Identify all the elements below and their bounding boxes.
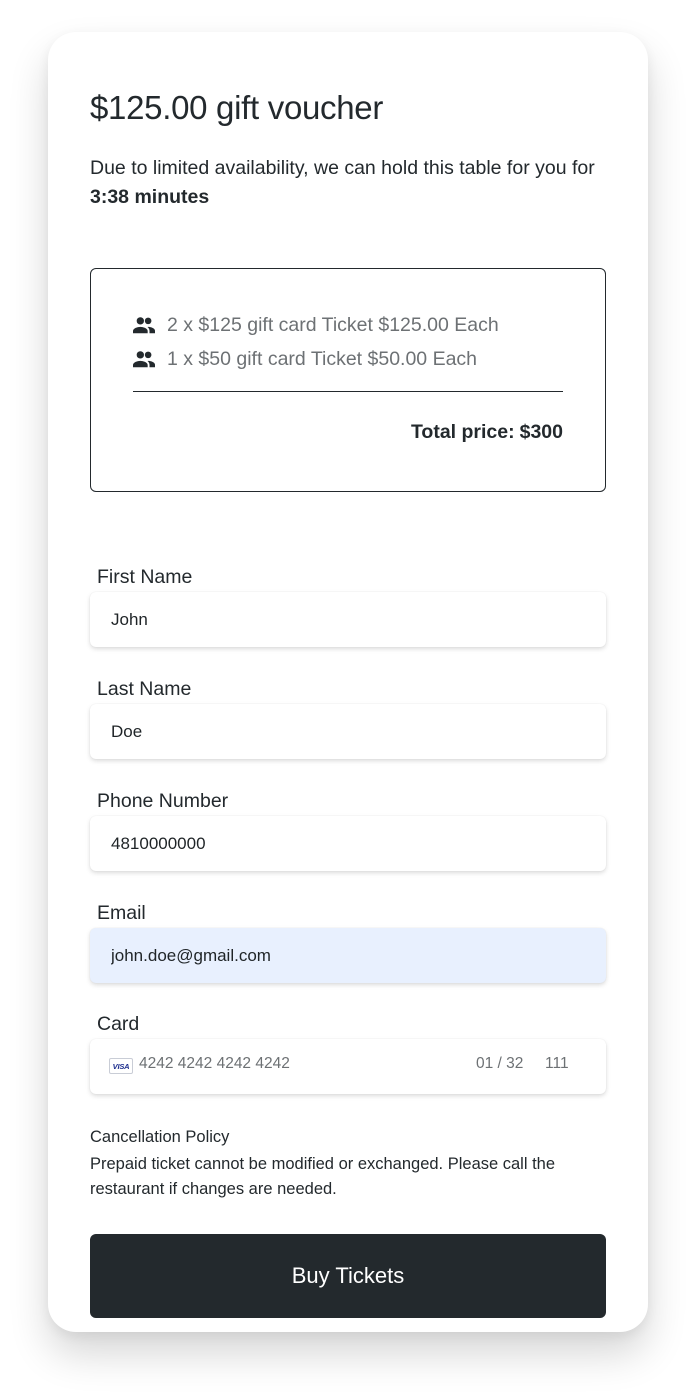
first-name-input[interactable]: [90, 592, 606, 647]
phone-number-label: Phone Number: [97, 790, 229, 812]
ticket-line: 2 x $125 gift card Ticket $125.00 Each: [133, 311, 499, 339]
card-input[interactable]: VISA 4242 4242 4242 4242 01 / 32 111: [90, 1039, 606, 1094]
cancellation-policy-text: Prepaid ticket cannot be modified or exc…: [90, 1155, 556, 1198]
people-icon: [133, 317, 155, 334]
page-title: $125.00 gift voucher: [90, 89, 384, 126]
total-price-label: Total price:: [410, 421, 515, 443]
phone-number-input[interactable]: [90, 816, 606, 871]
card-expiry-input[interactable]: 01 / 32: [476, 1055, 523, 1073]
last-name-label: Last Name: [97, 678, 192, 700]
checkout-card: $125.00 gift voucher Due to limited avai…: [48, 32, 648, 1332]
hold-timer: 3:38 minutes: [90, 186, 210, 208]
total-price-value: $300: [519, 421, 563, 443]
cancellation-policy-title: Cancellation Policy: [90, 1128, 230, 1146]
last-name-input[interactable]: [90, 704, 606, 759]
visa-card-icon: VISA: [109, 1058, 133, 1074]
email-input[interactable]: [90, 928, 606, 983]
hold-notice: Due to limited availability, we can hold…: [90, 154, 610, 212]
hold-notice-text: Due to limited availability, we can hold…: [90, 157, 595, 179]
email-field-wrapper: [90, 928, 606, 983]
card-number-input[interactable]: 4242 4242 4242 4242: [139, 1055, 290, 1073]
first-name-label: First Name: [97, 566, 193, 588]
last-name-field-wrapper: [90, 704, 606, 759]
email-label: Email: [97, 902, 146, 924]
total-price: Total price: $300: [411, 421, 563, 444]
ticket-line-text: 2 x $125 gift card Ticket $125.00 Each: [167, 313, 499, 336]
buy-tickets-button[interactable]: Buy Tickets: [90, 1234, 606, 1318]
phone-number-field-wrapper: [90, 816, 606, 871]
card-cvc-input[interactable]: 111: [545, 1055, 569, 1073]
summary-divider: [133, 391, 563, 392]
order-summary: 2 x $125 gift card Ticket $125.00 Each 1…: [90, 268, 606, 492]
people-icon: [133, 351, 155, 368]
ticket-line-text: 1 x $50 gift card Ticket $50.00 Each: [167, 347, 478, 370]
card-label: Card: [97, 1013, 140, 1035]
first-name-field-wrapper: [90, 592, 606, 647]
ticket-line: 1 x $50 gift card Ticket $50.00 Each: [133, 345, 477, 373]
